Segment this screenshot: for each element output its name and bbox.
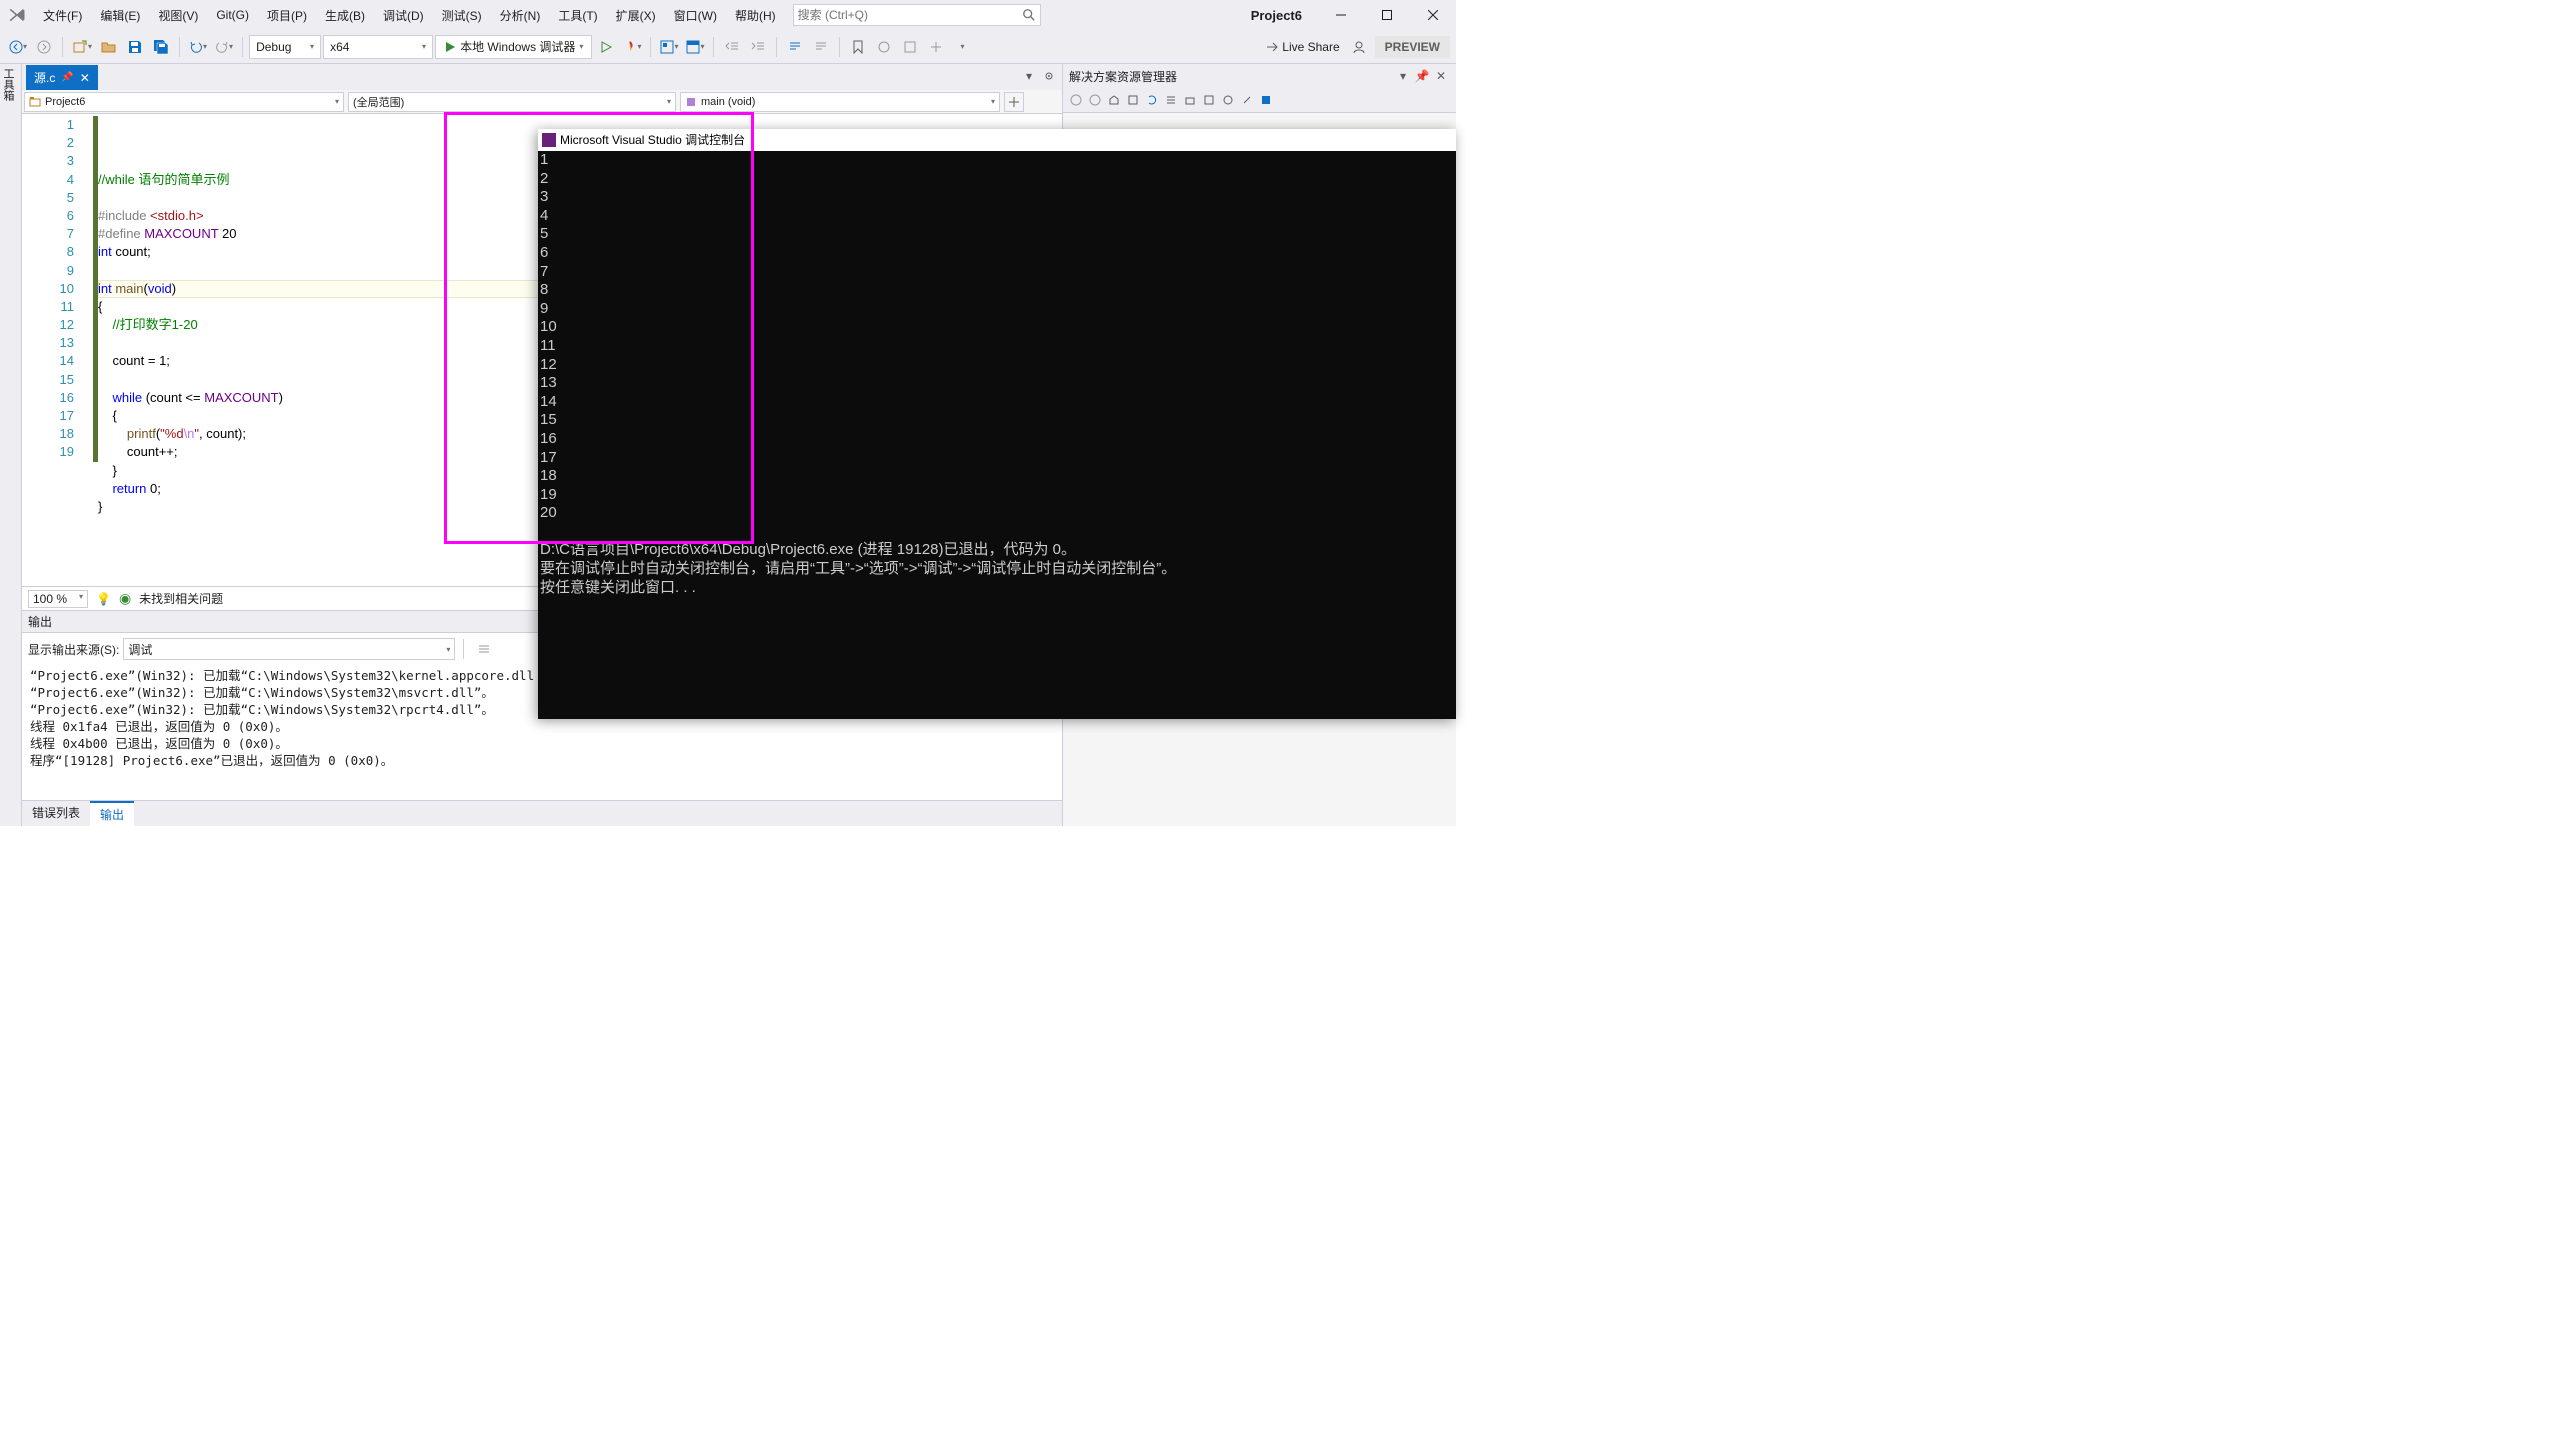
project-name: Project6 (1235, 8, 1318, 23)
sol-fwd-icon[interactable] (1086, 91, 1104, 109)
indent-button[interactable] (746, 35, 770, 59)
doc-tabs-dropdown[interactable]: ▾ (1020, 67, 1038, 85)
solution-toolbar (1063, 88, 1456, 113)
save-all-button[interactable] (149, 35, 173, 59)
split-editor-button[interactable] (1004, 92, 1024, 112)
share-icon (1264, 40, 1278, 54)
line-gutter: 12345678910111213141516171819 (22, 114, 98, 586)
liveshare-button[interactable]: Live Share (1261, 35, 1342, 59)
menu-tools[interactable]: 工具(T) (549, 0, 606, 30)
sol-pin-icon[interactable]: 📌 (1413, 67, 1431, 85)
sol-back-icon[interactable] (1067, 91, 1085, 109)
search-icon (1022, 8, 1036, 22)
sol-view-icon[interactable] (1257, 91, 1275, 109)
zoom-dropdown[interactable]: 100 %▾ (28, 590, 88, 608)
sol-sync-icon[interactable] (1124, 91, 1142, 109)
console-title-text: Microsoft Visual Studio 调试控制台 (560, 131, 745, 150)
nav-back-button[interactable]: ▾ (6, 35, 30, 59)
sol-dropdown[interactable]: ▾ (1394, 67, 1412, 85)
toolbar-misc1[interactable] (872, 35, 896, 59)
menu-test[interactable]: 测试(S) (433, 0, 491, 30)
sol-home-icon[interactable] (1105, 91, 1123, 109)
redo-button[interactable]: ▾ (212, 35, 236, 59)
menu-project[interactable]: 项目(P) (258, 0, 316, 30)
nav-function-dropdown[interactable]: main (void)▾ (680, 92, 1000, 112)
menu-help[interactable]: 帮助(H) (726, 0, 785, 30)
output-source-label: 显示输出来源(S): (28, 641, 119, 658)
toolbar-btn-a[interactable]: ▾ (657, 35, 681, 59)
play-icon (444, 41, 456, 53)
console-title-bar[interactable]: Microsoft Visual Studio 调试控制台 (538, 129, 1456, 151)
tab-output[interactable]: 输出 (90, 801, 134, 826)
menu-debug[interactable]: 调试(D) (374, 0, 433, 30)
pin-icon[interactable]: 📌 (61, 72, 73, 83)
search-input[interactable] (798, 8, 1022, 22)
uncomment-button[interactable] (809, 35, 833, 59)
sol-showall-icon[interactable] (1162, 91, 1180, 109)
toolbar-misc3[interactable] (924, 35, 948, 59)
document-tabs: 源.c 📌 ✕ ▾ (22, 64, 1062, 90)
menu-file[interactable]: 文件(F) (34, 0, 91, 30)
sol-collapse-icon[interactable] (1181, 91, 1199, 109)
vs-logo (0, 0, 34, 30)
save-button[interactable] (123, 35, 147, 59)
navigation-bar: Project6▾ (全局范围)▾ main (void)▾ (22, 90, 1062, 114)
search-box[interactable] (793, 4, 1041, 26)
nav-scope-dropdown[interactable]: (全局范围)▾ (348, 92, 676, 112)
comment-button[interactable] (783, 35, 807, 59)
close-button[interactable] (1410, 0, 1456, 30)
toolbar-btn-b[interactable]: ▾ (683, 35, 707, 59)
preview-badge[interactable]: PREVIEW (1375, 36, 1450, 58)
sol-preview-icon[interactable] (1219, 91, 1237, 109)
menu-window[interactable]: 窗口(W) (665, 0, 726, 30)
sol-wrench-icon[interactable] (1238, 91, 1256, 109)
output-source-dropdown[interactable]: 调试▾ (123, 638, 455, 660)
menu-view[interactable]: 视图(V) (149, 0, 207, 30)
doc-tab-label: 源.c (34, 69, 55, 86)
toolbox-tab[interactable]: 工具箱 (0, 64, 22, 826)
bottom-tabs: 错误列表 输出 (22, 800, 1062, 826)
sol-refresh-icon[interactable] (1143, 91, 1161, 109)
outdent-button[interactable] (720, 35, 744, 59)
menu-extensions[interactable]: 扩展(X) (607, 0, 665, 30)
start-debugging-button[interactable]: 本地 Windows 调试器▾ (435, 35, 592, 59)
menu-edit[interactable]: 编辑(E) (91, 0, 149, 30)
undo-button[interactable]: ▾ (186, 35, 210, 59)
close-tab-icon[interactable]: ✕ (80, 71, 90, 85)
maximize-button[interactable] (1364, 0, 1410, 30)
output-clear-button[interactable] (472, 637, 496, 661)
console-output: 1 2 3 4 5 6 7 8 9 10 11 12 13 14 15 16 1… (538, 151, 1456, 597)
nav-fwd-button[interactable] (32, 35, 56, 59)
doc-tab-source-c[interactable]: 源.c 📌 ✕ (26, 65, 98, 90)
doc-tabs-gear-icon[interactable] (1040, 67, 1058, 85)
editor-status-text: 未找到相关问题 (139, 590, 223, 607)
sol-properties-icon[interactable] (1200, 91, 1218, 109)
new-project-button[interactable]: ▾ (69, 35, 95, 59)
console-icon (542, 133, 556, 147)
platform-dropdown[interactable]: x64▾ (323, 35, 433, 59)
menu-git[interactable]: Git(G) (207, 0, 258, 30)
main-menu: 文件(F) 编辑(E) 视图(V) Git(G) 项目(P) 生成(B) 调试(… (34, 0, 785, 30)
open-button[interactable] (97, 35, 121, 59)
standard-toolbar: ▾ ▾ ▾ ▾ Debug▾ x64▾ 本地 Windows 调试器▾ ▾ ▾ … (0, 30, 1456, 64)
toolbar-overflow[interactable]: ▾ (950, 35, 974, 59)
sol-close-icon[interactable]: ✕ (1432, 67, 1450, 85)
toolbar-misc2[interactable] (898, 35, 922, 59)
solution-explorer-title: 解决方案资源管理器 ▾ 📌 ✕ (1063, 64, 1456, 88)
check-icon: ◉ (119, 590, 131, 607)
minimize-button[interactable] (1318, 0, 1364, 30)
debug-console-window[interactable]: Microsoft Visual Studio 调试控制台 1 2 3 4 5 … (538, 129, 1456, 719)
bookmark-button[interactable] (846, 35, 870, 59)
title-bar: 文件(F) 编辑(E) 视图(V) Git(G) 项目(P) 生成(B) 调试(… (0, 0, 1456, 30)
lightbulb-icon[interactable]: 💡 (96, 592, 111, 606)
nav-project-dropdown[interactable]: Project6▾ (24, 92, 344, 112)
tab-error-list[interactable]: 错误列表 (22, 801, 90, 826)
hot-reload-button[interactable]: ▾ (620, 35, 644, 59)
feedback-button[interactable] (1347, 35, 1371, 59)
config-dropdown[interactable]: Debug▾ (249, 35, 321, 59)
menu-build[interactable]: 生成(B) (316, 0, 374, 30)
start-without-debug-button[interactable] (594, 35, 618, 59)
menu-analyze[interactable]: 分析(N) (491, 0, 550, 30)
